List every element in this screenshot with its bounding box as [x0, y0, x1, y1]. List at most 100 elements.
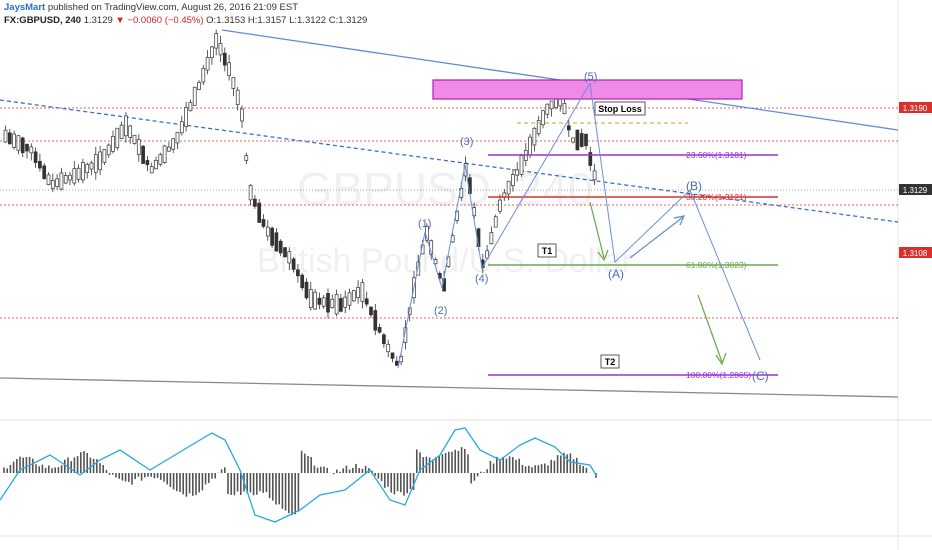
candle [42, 165, 47, 179]
candle [584, 133, 588, 147]
candle [76, 167, 81, 180]
wave-label-a: (A) [608, 267, 624, 281]
candle [119, 124, 124, 139]
candle [214, 33, 219, 49]
candle [545, 103, 550, 115]
candle [386, 343, 391, 353]
wave-label-5: (5) [584, 71, 597, 83]
candle [304, 281, 309, 299]
candle [351, 290, 356, 302]
candle [29, 146, 34, 154]
candle [283, 247, 287, 258]
candle [532, 127, 537, 146]
candle [12, 133, 16, 148]
candle [25, 143, 29, 152]
candle [179, 121, 184, 134]
fib-label-61-8: 61.80%(1.3023) [686, 260, 747, 270]
candle [291, 258, 296, 270]
candle [334, 294, 339, 315]
candle [81, 162, 85, 181]
candle [128, 125, 133, 138]
stop-price-text: 1.3190 [903, 104, 928, 113]
candle [231, 77, 236, 89]
candle [85, 164, 90, 174]
stop-loss-label: Stop Loss [598, 104, 642, 114]
candle [38, 160, 42, 169]
candle [3, 129, 8, 143]
candle [562, 102, 567, 115]
projected-abc-path [589, 82, 761, 361]
candle [575, 129, 580, 151]
candle [222, 52, 227, 66]
arrow-up-to-b [629, 216, 684, 259]
candle [158, 154, 163, 165]
candle [515, 169, 520, 176]
candle [511, 174, 515, 186]
candle [308, 289, 313, 309]
price-chart[interactable]: GBPUSD, 240 British Pound/U.S. Dollar St… [0, 0, 932, 550]
candle [360, 282, 365, 302]
candle [171, 138, 176, 150]
price-tags: 1.3190 1.3129 1.3108 [899, 102, 932, 258]
candle [102, 149, 107, 163]
wave-label-1: (1) [418, 218, 431, 230]
candle [244, 155, 249, 161]
candle [248, 184, 253, 201]
candle [253, 198, 257, 207]
candle [356, 287, 360, 298]
candle [364, 298, 369, 305]
candle [7, 132, 12, 145]
candle [72, 168, 77, 184]
candle [382, 334, 386, 345]
candle [498, 199, 502, 212]
candle [210, 46, 214, 58]
candle [235, 89, 240, 105]
candle [68, 174, 72, 181]
candle [162, 145, 167, 163]
last-price-text: 1.3129 [903, 186, 928, 195]
candle [257, 202, 262, 223]
wave-label-3: (3) [460, 136, 473, 148]
candle [519, 155, 524, 175]
candle [167, 146, 171, 152]
candle [141, 145, 145, 164]
candle [33, 151, 38, 163]
candle [296, 269, 300, 277]
candle [201, 68, 206, 83]
candle [145, 160, 150, 166]
candle [549, 100, 554, 110]
candle [571, 137, 575, 143]
candle [63, 175, 68, 184]
candle [274, 232, 279, 252]
fib-label-38-2: 38.20%(1.3121) [686, 192, 747, 202]
target-1-label: T1 [542, 246, 553, 256]
wave-labels: (1) (2) (3) (4) (5) (A) (B) (C) [418, 71, 769, 383]
candle [377, 327, 382, 333]
candle [240, 108, 244, 122]
candle [98, 151, 102, 171]
candle [154, 160, 158, 170]
candle [46, 174, 51, 185]
candle [50, 180, 55, 189]
candle [20, 137, 25, 154]
candle [373, 310, 378, 331]
candle [493, 216, 498, 228]
candle [506, 180, 511, 195]
candle [287, 251, 292, 264]
candle [270, 227, 274, 246]
candle [136, 139, 141, 156]
candle [192, 86, 197, 106]
candle [317, 297, 322, 305]
candle [369, 306, 373, 316]
candle [278, 240, 283, 254]
wave-label-c: (C) [752, 369, 769, 383]
candle [175, 131, 180, 144]
fib-label-23-6: 23.60%(1.3181) [686, 150, 747, 160]
candle [115, 127, 120, 148]
candle [218, 43, 223, 56]
candle [566, 125, 571, 131]
candle [93, 154, 98, 173]
candle [261, 219, 266, 227]
candle [205, 57, 210, 71]
candle [313, 291, 317, 310]
